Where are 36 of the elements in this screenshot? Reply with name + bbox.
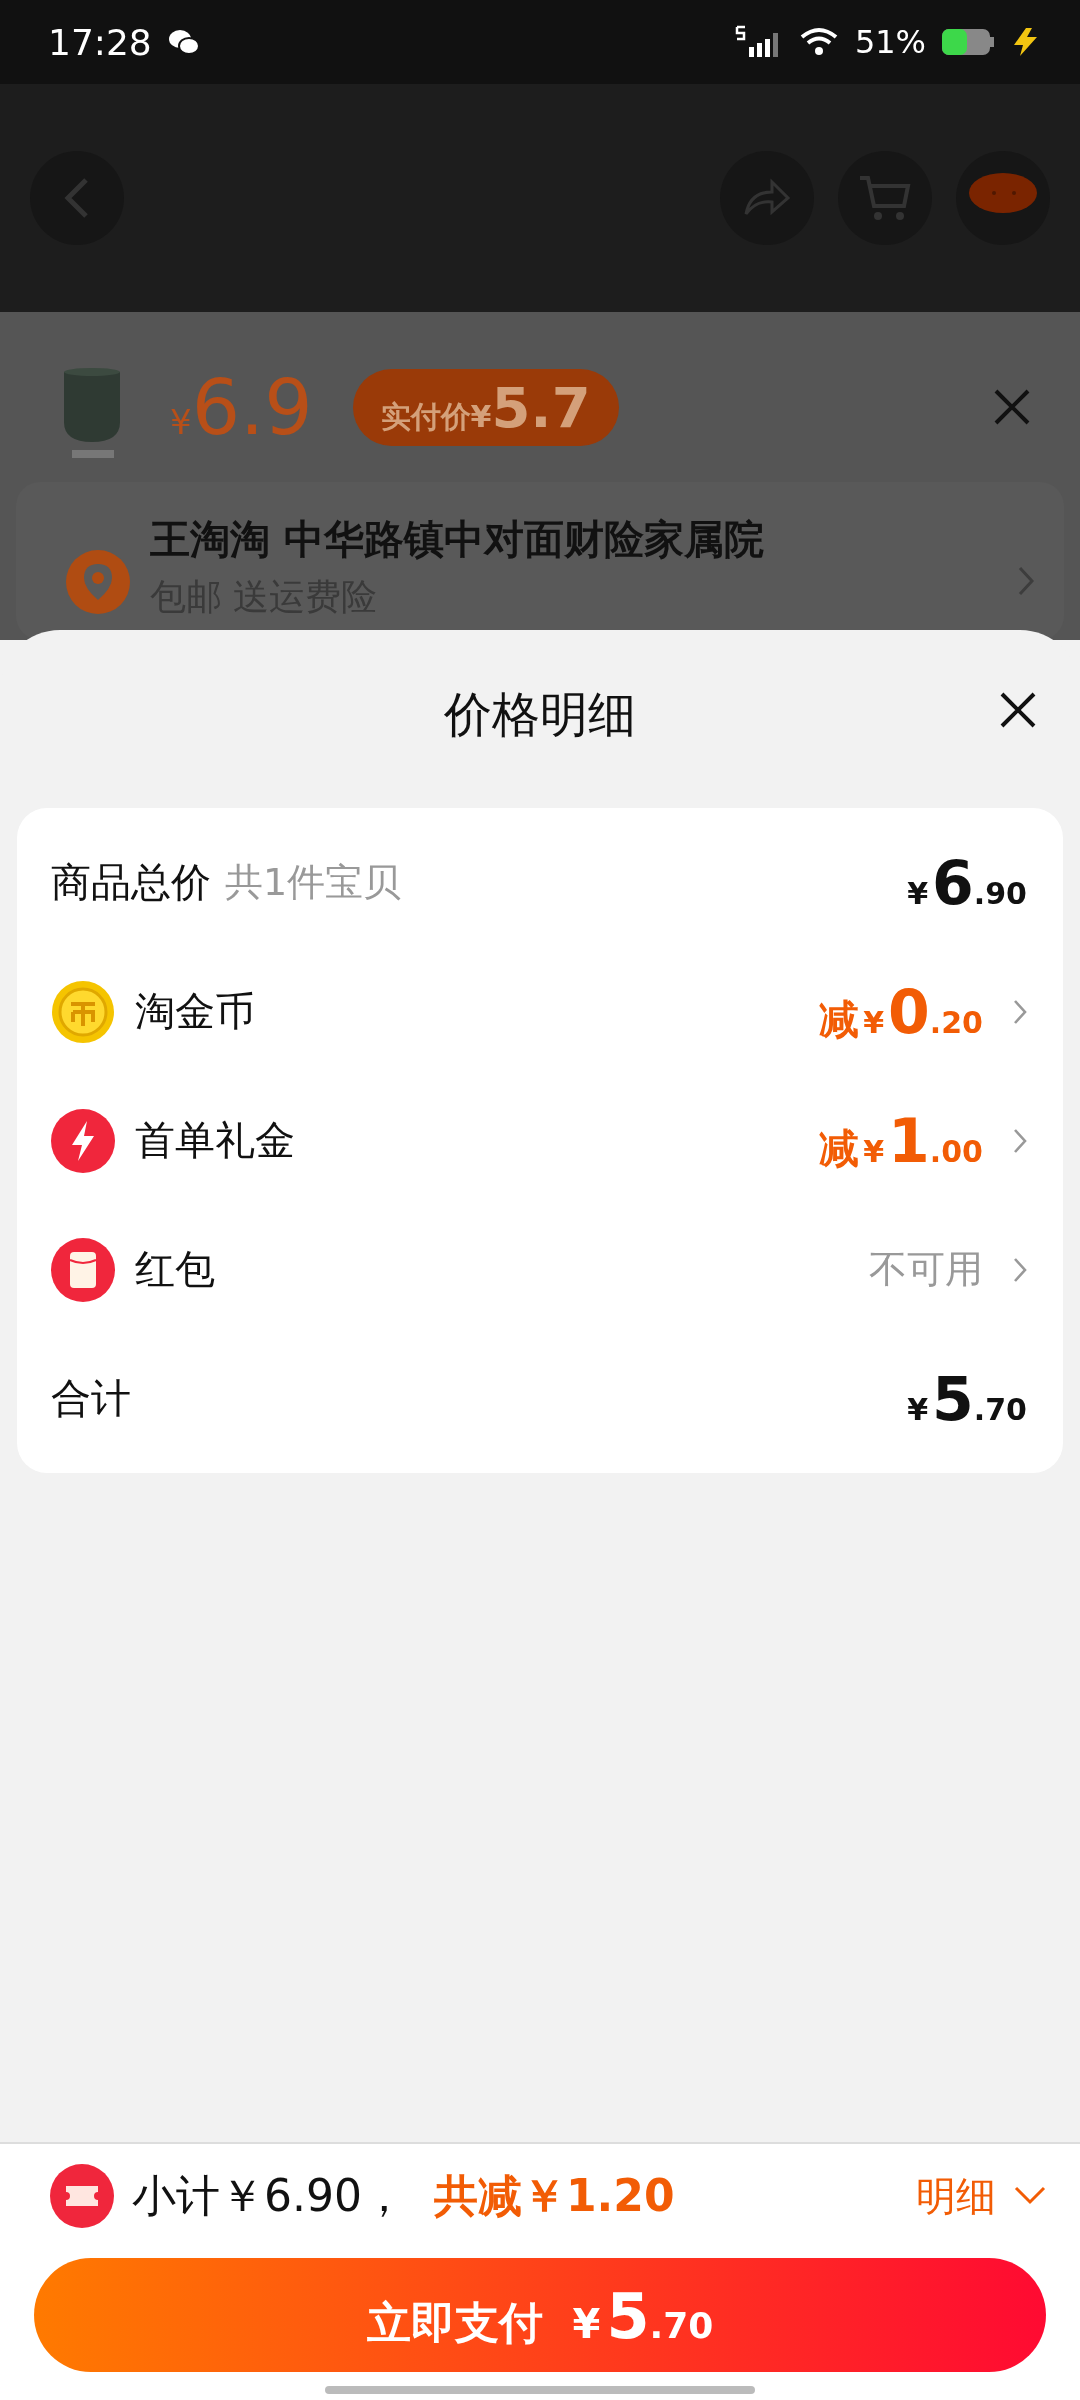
row-label: 淘金币 — [135, 987, 255, 1036]
chevron-right-icon — [1013, 1127, 1027, 1154]
location-pin-icon — [66, 550, 130, 614]
row-label: 合计 — [51, 1374, 131, 1423]
status-text: 不可用 — [869, 1246, 983, 1293]
chevron-down-icon — [1014, 2186, 1046, 2206]
actual-price-badge: 实付价¥5.7 — [352, 368, 619, 446]
amount: ¥6.90 — [907, 847, 1027, 918]
envelope-icon — [51, 1237, 115, 1302]
ticket-icon — [50, 2164, 114, 2228]
share-icon — [742, 178, 792, 218]
lightning-icon — [51, 1108, 115, 1173]
amount: ¥5.70 — [907, 1363, 1027, 1434]
amount: 减¥1.00 — [819, 1105, 983, 1176]
chevron-right-icon — [1013, 1256, 1027, 1283]
clock: 17:28 — [48, 21, 152, 63]
address-text: 王淘淘 中华路镇中对面财险家属院 — [150, 515, 765, 564]
chevron-right-icon — [1013, 998, 1027, 1025]
wifi-icon — [798, 27, 839, 57]
row-label: 红包 — [135, 1245, 215, 1294]
close-icon[interactable] — [1000, 692, 1036, 728]
item-count: 共1件宝贝 — [225, 859, 402, 906]
amount: 减¥0.20 — [819, 976, 983, 1047]
row-label: 首单礼金 — [135, 1116, 295, 1165]
battery-icon — [942, 29, 994, 55]
price: ¥6.9 — [170, 362, 313, 452]
battery-percent: 51% — [854, 23, 926, 61]
pay-button[interactable]: 立即支付 ¥5.70 — [34, 2258, 1046, 2372]
chevron-right-icon — [1018, 566, 1034, 596]
subtotal-text: 小计￥6.90， — [132, 2168, 406, 2223]
discount-total: 共减￥1.20 — [433, 2168, 675, 2223]
coin-icon — [51, 979, 115, 1044]
details-button[interactable]: 明细 — [916, 2168, 1046, 2224]
row-label: 商品总价 — [51, 858, 211, 907]
cart-icon — [858, 174, 912, 222]
sheet-title: 价格明细 — [444, 685, 636, 744]
